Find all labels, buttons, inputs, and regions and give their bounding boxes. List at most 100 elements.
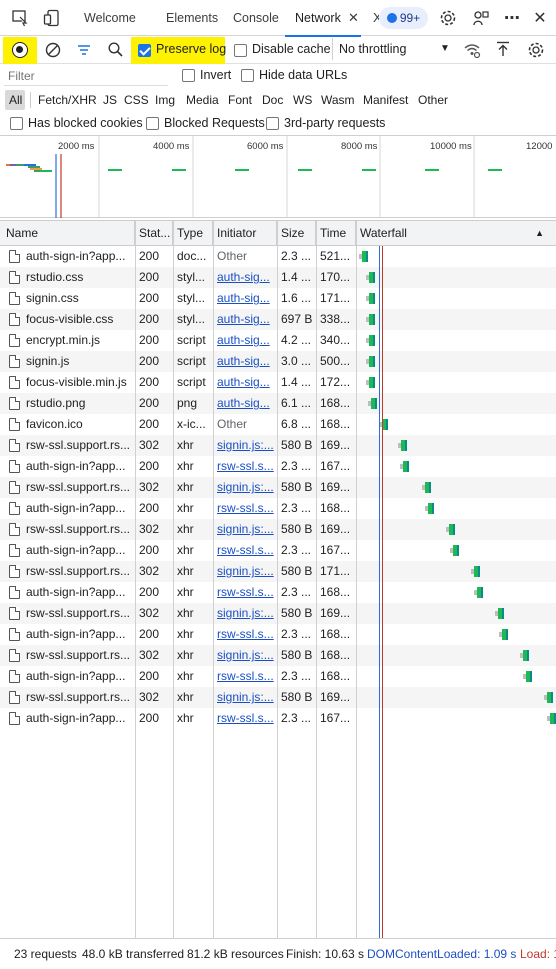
- type-filter-all[interactable]: All: [9, 93, 22, 107]
- request-initiator[interactable]: rsw-ssl.s...: [213, 582, 277, 603]
- third-party-checkbox[interactable]: [266, 117, 279, 130]
- blocked-requests-checkbox[interactable]: [146, 117, 159, 130]
- request-row[interactable]: auth-sign-in?app... 200 xhr rsw-ssl.s... 2.3…: [0, 624, 556, 645]
- request-row[interactable]: auth-sign-in?app... 200 xhr rsw-ssl.s... 2.3…: [0, 582, 556, 603]
- waterfall-bar[interactable]: [523, 671, 532, 682]
- column-header-status[interactable]: Stat...: [135, 221, 173, 246]
- waterfall-bar[interactable]: [366, 272, 375, 283]
- column-header-name[interactable]: Name: [0, 221, 135, 246]
- waterfall-bar[interactable]: [359, 251, 368, 262]
- request-row[interactable]: focus-visible.css 200 styl... auth-sig... 69…: [0, 309, 556, 330]
- tab-elements[interactable]: Elements: [166, 0, 218, 36]
- waterfall-bar[interactable]: [499, 629, 508, 640]
- request-row[interactable]: rsw-ssl.support.rs... 302 xhr signin.js:...…: [0, 645, 556, 666]
- request-row[interactable]: focus-visible.min.js 200 script auth-sig...…: [0, 372, 556, 393]
- request-initiator[interactable]: auth-sig...: [213, 372, 277, 393]
- network-settings-button[interactable]: [527, 41, 545, 62]
- request-initiator[interactable]: rsw-ssl.s...: [213, 540, 277, 561]
- request-initiator[interactable]: rsw-ssl.s...: [213, 498, 277, 519]
- inspect-element-icon[interactable]: [10, 8, 30, 28]
- close-devtools-icon[interactable]: ✕: [530, 8, 550, 28]
- column-header-size[interactable]: Size: [277, 221, 316, 246]
- request-row[interactable]: rstudio.css 200 styl... auth-sig... 1.4 ... 1…: [0, 267, 556, 288]
- device-emulation-icon[interactable]: [42, 8, 62, 28]
- type-filter-wasm[interactable]: Wasm: [321, 93, 355, 107]
- waterfall-bar[interactable]: [366, 377, 375, 388]
- request-initiator[interactable]: signin.js:...: [213, 477, 277, 498]
- type-filter-img[interactable]: Img: [155, 93, 175, 107]
- waterfall-bar[interactable]: [544, 692, 553, 703]
- waterfall-bar[interactable]: [450, 545, 459, 556]
- request-row[interactable]: rsw-ssl.support.rs... 302 xhr signin.js:...…: [0, 561, 556, 582]
- request-row[interactable]: rstudio.png 200 png auth-sig... 6.1 ... 168..…: [0, 393, 556, 414]
- tab-welcome[interactable]: Welcome: [84, 0, 136, 36]
- column-divider[interactable]: [356, 220, 357, 938]
- hide-data-urls-checkbox[interactable]: [241, 69, 254, 82]
- column-divider[interactable]: [277, 220, 278, 938]
- column-header-type[interactable]: Type: [173, 221, 213, 246]
- request-row[interactable]: auth-sign-in?app... 200 xhr rsw-ssl.s... 2.3…: [0, 708, 556, 729]
- preserve-log-checkbox[interactable]: [138, 44, 151, 57]
- column-divider[interactable]: [316, 220, 317, 938]
- request-initiator[interactable]: auth-sig...: [213, 267, 277, 288]
- waterfall-bar[interactable]: [547, 713, 556, 724]
- waterfall-bar[interactable]: [422, 482, 431, 493]
- request-row[interactable]: encrypt.min.js 200 script auth-sig... 4.2 ..…: [0, 330, 556, 351]
- column-header-time[interactable]: Time: [316, 221, 356, 246]
- blocked-cookies-checkbox[interactable]: [10, 117, 23, 130]
- waterfall-bar[interactable]: [446, 524, 455, 535]
- type-filter-media[interactable]: Media: [186, 93, 219, 107]
- tab-network[interactable]: Network: [285, 0, 361, 37]
- request-row[interactable]: rsw-ssl.support.rs... 302 xhr signin.js:...…: [0, 477, 556, 498]
- waterfall-bar[interactable]: [368, 398, 377, 409]
- request-initiator[interactable]: signin.js:...: [213, 435, 277, 456]
- network-conditions-button[interactable]: [463, 41, 481, 62]
- request-row[interactable]: auth-sign-in?app... 200 xhr rsw-ssl.s... 2.3…: [0, 540, 556, 561]
- disable-cache-checkbox[interactable]: [234, 44, 247, 57]
- network-overview[interactable]: 2000 ms 4000 ms 6000 ms 8000 ms 10000 ms…: [0, 136, 556, 218]
- waterfall-bar[interactable]: [471, 566, 480, 577]
- request-row[interactable]: favicon.ico 200 x-ic... Other 6.8 ... 168...: [0, 414, 556, 435]
- request-initiator[interactable]: signin.js:...: [213, 687, 277, 708]
- filter-input[interactable]: [4, 66, 168, 86]
- request-initiator[interactable]: auth-sig...: [213, 393, 277, 414]
- request-initiator[interactable]: rsw-ssl.s...: [213, 708, 277, 729]
- request-row[interactable]: auth-sign-in?app... 200 xhr rsw-ssl.s... 2.3…: [0, 498, 556, 519]
- issues-badge[interactable]: 99+: [379, 7, 428, 29]
- request-row[interactable]: auth-sign-in?app... 200 xhr rsw-ssl.s... 2.3…: [0, 666, 556, 687]
- request-initiator[interactable]: rsw-ssl.s...: [213, 456, 277, 477]
- column-divider[interactable]: [213, 220, 214, 938]
- type-filter-css[interactable]: CSS: [124, 93, 149, 107]
- request-initiator[interactable]: signin.js:...: [213, 645, 277, 666]
- type-filter-js[interactable]: JS: [103, 93, 117, 107]
- waterfall-bar[interactable]: [495, 608, 504, 619]
- tab-console[interactable]: Console: [233, 0, 279, 36]
- waterfall-bar[interactable]: [366, 335, 375, 346]
- filter-toggle[interactable]: [76, 42, 92, 61]
- waterfall-bar[interactable]: [366, 293, 375, 304]
- column-divider[interactable]: [135, 220, 136, 938]
- waterfall-bar[interactable]: [400, 461, 409, 472]
- column-header-waterfall[interactable]: Waterfall ▲: [356, 221, 556, 246]
- waterfall-bar[interactable]: [398, 440, 407, 451]
- more-options-icon[interactable]: ⋯: [502, 8, 522, 28]
- request-initiator[interactable]: signin.js:...: [213, 519, 277, 540]
- invert-checkbox[interactable]: [182, 69, 195, 82]
- type-filter-doc[interactable]: Doc: [262, 93, 283, 107]
- request-initiator[interactable]: signin.js:...: [213, 603, 277, 624]
- column-divider[interactable]: [173, 220, 174, 938]
- request-row[interactable]: signin.js 200 script auth-sig... 3.0 ... 500.…: [0, 351, 556, 372]
- request-row[interactable]: auth-sign-in?app... 200 xhr rsw-ssl.s... 2.3…: [0, 456, 556, 477]
- request-row[interactable]: auth-sign-in?app... 200 doc... Other 2.3 ...…: [0, 246, 556, 267]
- request-row[interactable]: rsw-ssl.support.rs... 302 xhr signin.js:...…: [0, 519, 556, 540]
- type-filter-other[interactable]: Other: [418, 93, 448, 107]
- waterfall-bar[interactable]: [474, 587, 483, 598]
- request-row[interactable]: rsw-ssl.support.rs... 302 xhr signin.js:...…: [0, 603, 556, 624]
- request-initiator[interactable]: auth-sig...: [213, 288, 277, 309]
- waterfall-bar[interactable]: [379, 419, 388, 430]
- customize-icon[interactable]: [471, 8, 491, 28]
- import-har-button[interactable]: [494, 40, 512, 61]
- clear-button[interactable]: [44, 41, 62, 62]
- request-row[interactable]: signin.css 200 styl... auth-sig... 1.6 ... 17…: [0, 288, 556, 309]
- request-initiator[interactable]: rsw-ssl.s...: [213, 666, 277, 687]
